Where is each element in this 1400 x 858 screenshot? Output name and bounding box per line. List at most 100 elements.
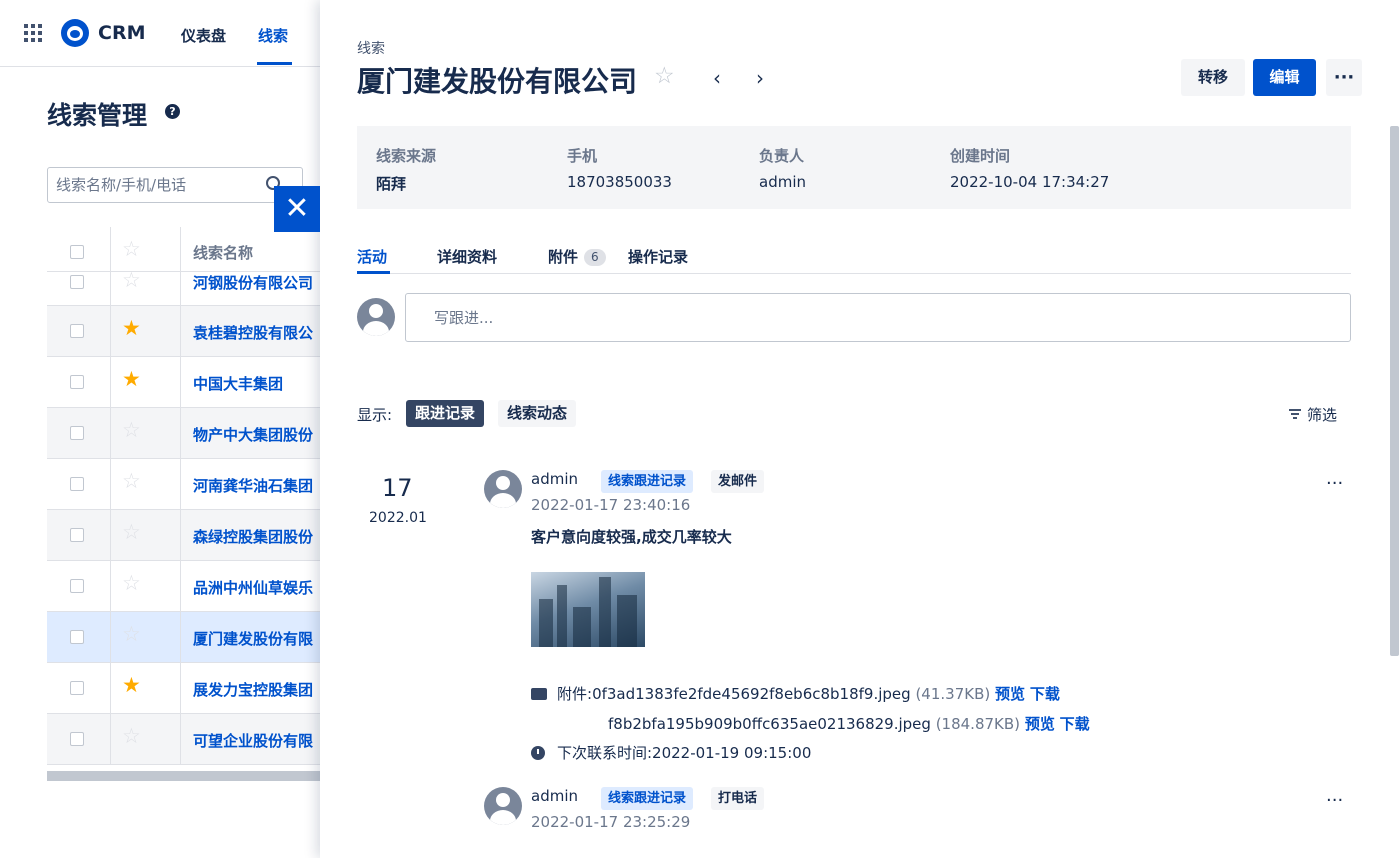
edit-button[interactable]: 编辑 xyxy=(1253,59,1316,96)
select-all-checkbox[interactable] xyxy=(70,245,84,259)
attachment-download-link[interactable]: 下载 xyxy=(1030,685,1060,703)
nav-item-dashboard[interactable]: 仪表盘 xyxy=(181,25,226,46)
table-row[interactable]: ★ 袁桂碧控股有限公 xyxy=(47,306,320,357)
star-icon[interactable]: ☆ xyxy=(122,270,141,291)
activity-more-button[interactable]: ··· xyxy=(1326,790,1343,811)
tab-active-indicator xyxy=(357,271,390,274)
activity-item: admin 线索跟进记录 打电话 ··· 2022-01-17 23:25:29 xyxy=(484,787,1364,857)
filter-button[interactable]: 筛选 xyxy=(1289,404,1337,425)
lead-name-link[interactable]: 厦门建发股份有限 xyxy=(193,628,313,649)
table-row[interactable]: ☆ 河钢股份有限公司 xyxy=(47,270,320,306)
star-icon[interactable]: ☆ xyxy=(122,420,141,441)
lead-name-link[interactable]: 物产中大集团股份 xyxy=(193,424,313,445)
lead-name-link[interactable]: 河钢股份有限公司 xyxy=(193,272,313,293)
activity-more-button[interactable]: ··· xyxy=(1326,473,1343,494)
star-icon[interactable]: ☆ xyxy=(122,726,141,747)
star-icon[interactable]: ★ xyxy=(122,318,141,339)
app-switcher-icon[interactable] xyxy=(24,24,42,42)
attachment-size: (184.87KB) xyxy=(935,715,1021,733)
lead-name-link[interactable]: 展发力宝控股集团 xyxy=(193,679,313,700)
activity-action-tag: 发邮件 xyxy=(711,470,765,493)
row-checkbox[interactable] xyxy=(70,426,84,440)
row-checkbox[interactable] xyxy=(70,630,84,644)
drawer-scrollbar[interactable] xyxy=(1390,126,1399,656)
summary-label: 手机 xyxy=(567,147,598,165)
nav-item-leads[interactable]: 线索 xyxy=(258,25,288,46)
star-icon[interactable]: ★ xyxy=(122,675,141,696)
lead-name-link[interactable]: 可望企业股份有限 xyxy=(193,730,313,751)
favorite-star-icon[interactable]: ☆ xyxy=(654,63,675,89)
lead-name-link[interactable]: 森绿控股集团股份 xyxy=(193,526,313,547)
filter-follow-records[interactable]: 跟进记录 xyxy=(406,400,485,427)
attachment-thumbnail-image[interactable] xyxy=(531,572,645,647)
attachment-filename: f8b2bfa195b909b0ffc635ae02136829.jpeg xyxy=(608,715,931,733)
table-row[interactable]: ★ 中国大丰集团 xyxy=(47,357,320,408)
summary-mobile: 手机 18703850033 xyxy=(567,145,672,191)
activity-action-tag: 打电话 xyxy=(711,787,765,810)
summary-value: 陌拜 xyxy=(376,175,407,193)
row-checkbox[interactable] xyxy=(70,528,84,542)
lead-name-link[interactable]: 品洲中州仙草娱乐 xyxy=(193,577,313,598)
search-field[interactable] xyxy=(47,167,303,203)
tab-details[interactable]: 详细资料 xyxy=(437,246,497,267)
attachment-download-link[interactable]: 下载 xyxy=(1060,715,1090,733)
search-input[interactable] xyxy=(56,176,256,194)
table-row[interactable]: ☆ 森绿控股集团股份 xyxy=(47,510,320,561)
activity-type-tag: 线索跟进记录 xyxy=(601,470,694,493)
attachment-preview-link[interactable]: 预览 xyxy=(995,685,1025,703)
star-icon[interactable]: ☆ xyxy=(122,573,141,594)
row-checkbox[interactable] xyxy=(70,732,84,746)
current-user-avatar xyxy=(357,298,395,336)
close-drawer-button[interactable]: ✕ xyxy=(274,186,320,232)
date-group-day: 17 xyxy=(382,474,413,502)
tab-attachments[interactable]: 附件 6 xyxy=(548,246,606,267)
filter-lead-dynamics[interactable]: 线索动态 xyxy=(498,400,577,427)
transfer-button[interactable]: 转移 xyxy=(1181,59,1245,96)
table-row[interactable]: ☆ 河南龚华油石集团 xyxy=(47,459,320,510)
filter-label: 筛选 xyxy=(1307,406,1338,424)
star-icon[interactable]: ★ xyxy=(122,369,141,390)
summary-label: 线索来源 xyxy=(376,147,437,165)
lead-name-link[interactable]: 袁桂碧控股有限公 xyxy=(193,322,313,343)
next-contact-time: 下次联系时间:2022-01-19 09:15:00 xyxy=(557,744,812,762)
activity-time: 2022-01-17 23:40:16 xyxy=(531,496,691,514)
brand-name: CRM xyxy=(98,22,146,44)
lead-name-link[interactable]: 中国大丰集团 xyxy=(193,373,283,394)
row-checkbox[interactable] xyxy=(70,375,84,389)
follow-up-input[interactable] xyxy=(434,309,1234,327)
column-header-lead-name[interactable]: 线索名称 xyxy=(193,242,253,263)
follow-up-composer[interactable] xyxy=(405,293,1351,342)
next-record-icon[interactable]: › xyxy=(756,66,764,90)
tab-attachments-label: 附件 xyxy=(548,248,579,266)
activity-item: admin 线索跟进记录 发邮件 ··· 2022-01-17 23:40:16… xyxy=(484,470,1364,770)
table-row[interactable]: ★ 展发力宝控股集团 xyxy=(47,663,320,714)
previous-record-icon[interactable]: ‹ xyxy=(713,66,721,90)
attachment-preview-link[interactable]: 预览 xyxy=(1025,715,1055,733)
lead-detail-drawer: 线索 厦门建发股份有限公司 ☆ ‹ › 转移 编辑 ··· 线索来源 陌拜 手机… xyxy=(320,0,1400,858)
row-checkbox[interactable] xyxy=(70,477,84,491)
star-header-icon: ☆ xyxy=(122,237,141,261)
table-horizontal-scrollbar[interactable] xyxy=(47,771,320,781)
lead-name-link[interactable]: 河南龚华油石集团 xyxy=(193,475,313,496)
activity-content: 客户意向度较强,成交几率较大 xyxy=(531,528,732,546)
table-row[interactable]: ☆ 物产中大集团股份 xyxy=(47,408,320,459)
table-row[interactable]: ☆ 品洲中州仙草娱乐 xyxy=(47,561,320,612)
lead-table: ☆ 线索名称 ☆ 河钢股份有限公司 ★ 袁桂碧控股有限公 ★ 中国大丰集团 ☆ 物产中大集团股… xyxy=(47,227,320,765)
row-checkbox[interactable] xyxy=(70,579,84,593)
tab-activity[interactable]: 活动 xyxy=(357,246,387,267)
star-icon[interactable]: ☆ xyxy=(122,522,141,543)
row-checkbox[interactable] xyxy=(70,275,84,289)
row-checkbox[interactable] xyxy=(70,681,84,695)
row-checkbox[interactable] xyxy=(70,324,84,338)
more-actions-button[interactable]: ··· xyxy=(1326,59,1362,96)
table-row[interactable]: ☆ 可望企业股份有限 xyxy=(47,714,320,765)
table-row[interactable]: ☆ 厦门建发股份有限 xyxy=(47,612,320,663)
star-icon[interactable]: ☆ xyxy=(122,624,141,645)
clock-icon xyxy=(531,746,545,760)
help-icon[interactable]: ? xyxy=(165,104,180,119)
breadcrumb[interactable]: 线索 xyxy=(357,38,385,58)
author-avatar xyxy=(484,787,522,825)
tab-operation-log[interactable]: 操作记录 xyxy=(628,246,688,267)
summary-value: 2022-10-04 17:34:27 xyxy=(950,173,1110,191)
star-icon[interactable]: ☆ xyxy=(122,471,141,492)
